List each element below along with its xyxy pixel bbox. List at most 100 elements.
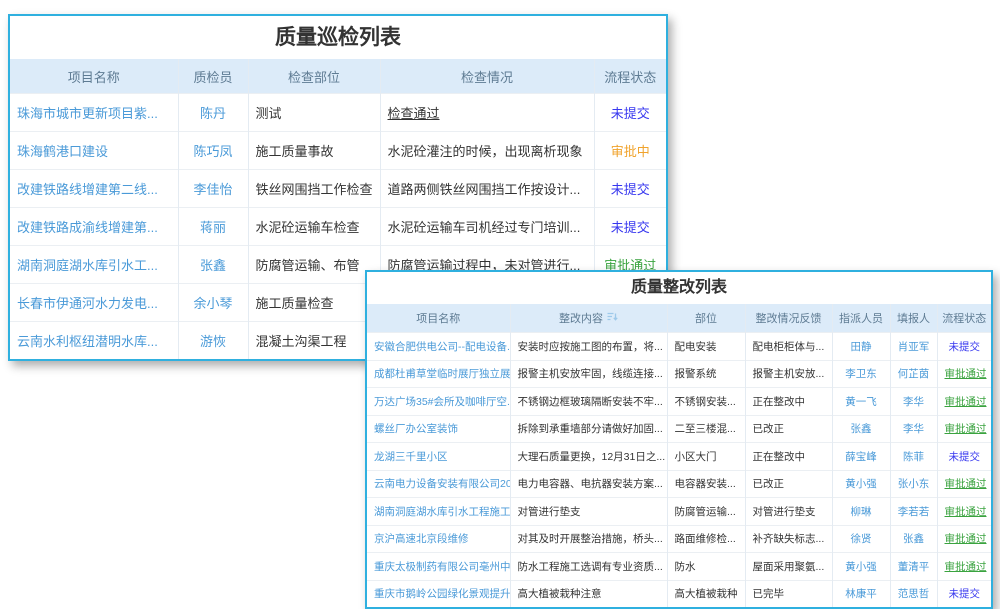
project-name-cell[interactable]: 云南水利枢纽潜明水库... [10, 322, 178, 360]
table-row: 京沪高速北京段维修对其及时开展整治措施，桥头...路面维修检...补齐缺失标志.… [367, 525, 991, 553]
column-header-label: 检查情况 [461, 70, 513, 85]
project-name-cell[interactable]: 京沪高速北京段维修 [367, 525, 510, 553]
column-header-rectification-1[interactable]: 整改内容 [510, 304, 667, 333]
column-header-label: 整改内容 [559, 313, 603, 325]
inspector-cell[interactable]: 陈丹 [178, 94, 248, 132]
project-name-cell[interactable]: 云南电力设备安装有限公司20... [367, 470, 510, 498]
rectification-content-cell: 拆除到承重墙部分请做好加固... [510, 415, 667, 443]
column-header-inspection-0: 项目名称 [10, 59, 178, 94]
column-header-label: 整改情况反馈 [756, 313, 822, 325]
table-row: 珠海市城市更新项目紫...陈丹测试检查通过未提交 [10, 94, 666, 132]
process-status-cell[interactable]: 审批中 [594, 132, 666, 170]
assignee-cell[interactable]: 黄小强 [832, 470, 890, 498]
rectification-content-cell: 大理石质量更换，12月31日之... [510, 443, 667, 471]
assignee-cell[interactable]: 林康平 [832, 580, 890, 607]
reporter-cell[interactable]: 李华 [890, 415, 937, 443]
rectification-content-cell: 不锈钢边框玻璃隔断安装不牢... [510, 388, 667, 416]
project-name-cell[interactable]: 万达广场35#会所及咖啡厅空... [367, 388, 510, 416]
rectification-feedback-cell: 已完毕 [745, 580, 832, 607]
inspector-cell[interactable]: 余小琴 [178, 284, 248, 322]
project-name-cell[interactable]: 湖南洞庭湖水库引水工... [10, 246, 178, 284]
project-name-cell[interactable]: 螺丝厂办公室装饰 [367, 415, 510, 443]
process-status-cell[interactable]: 未提交 [937, 580, 991, 607]
project-name-cell[interactable]: 长春市伊通河水力发电... [10, 284, 178, 322]
part-cell: 二至三楼混... [667, 415, 745, 443]
process-status-cell[interactable]: 未提交 [937, 443, 991, 471]
reporter-cell[interactable]: 张鑫 [890, 525, 937, 553]
reporter-cell[interactable]: 何芷茵 [890, 360, 937, 388]
table-row: 珠海鹤港口建设陈巧凤施工质量事故水泥砼灌注的时候，出现离析现象审批中 [10, 132, 666, 170]
inspector-cell[interactable]: 陈巧凤 [178, 132, 248, 170]
process-status-cell[interactable]: 未提交 [594, 170, 666, 208]
inspection-situation-cell: 道路两侧铁丝网围挡工作按设计... [380, 170, 594, 208]
project-name-cell[interactable]: 重庆市鹅岭公园绿化景观提升... [367, 580, 510, 607]
inspection-header-row: 项目名称 质检员 检查部位 检查情况 流程状态 [10, 59, 666, 94]
reporter-cell[interactable]: 董清平 [890, 553, 937, 581]
reporter-cell[interactable]: 李华 [890, 388, 937, 416]
process-status-cell[interactable]: 审批通过 [937, 415, 991, 443]
part-cell: 小区大门 [667, 443, 745, 471]
inspector-cell[interactable]: 张鑫 [178, 246, 248, 284]
table-row: 安徽合肥供电公司--配电设备...安装时应按施工图的布置，将...配电安装配电柜… [367, 333, 991, 361]
inspector-cell[interactable]: 李佳怡 [178, 170, 248, 208]
project-name-cell[interactable]: 改建铁路成渝线增建第... [10, 208, 178, 246]
assignee-cell[interactable]: 黄一飞 [832, 388, 890, 416]
column-header-inspection-1: 质检员 [178, 59, 248, 94]
table-row: 万达广场35#会所及咖啡厅空...不锈钢边框玻璃隔断安装不牢...不锈钢安装..… [367, 388, 991, 416]
column-header-rectification-3: 整改情况反馈 [745, 304, 832, 333]
column-header-label: 检查部位 [288, 70, 340, 85]
process-status-cell[interactable]: 未提交 [937, 333, 991, 361]
column-header-label: 填报人 [897, 313, 930, 325]
project-name-cell[interactable]: 珠海市城市更新项目紫... [10, 94, 178, 132]
column-header-label: 流程状态 [604, 70, 656, 85]
inspection-part-cell: 水泥砼运输车检查 [248, 208, 380, 246]
inspection-part-cell: 施工质量事故 [248, 132, 380, 170]
assignee-cell[interactable]: 田静 [832, 333, 890, 361]
column-header-label: 项目名称 [68, 70, 120, 85]
part-cell: 路面维修检... [667, 525, 745, 553]
assignee-cell[interactable]: 张鑫 [832, 415, 890, 443]
reporter-cell[interactable]: 陈菲 [890, 443, 937, 471]
process-status-cell[interactable]: 未提交 [594, 208, 666, 246]
inspector-cell[interactable]: 蒋丽 [178, 208, 248, 246]
inspection-situation-cell: 检查通过 [380, 94, 594, 132]
rectification-table-title: 质量整改列表 [367, 272, 991, 304]
column-header-rectification-5: 填报人 [890, 304, 937, 333]
assignee-cell[interactable]: 薛宝峰 [832, 443, 890, 471]
project-name-cell[interactable]: 安徽合肥供电公司--配电设备... [367, 333, 510, 361]
reporter-cell[interactable]: 李若若 [890, 498, 937, 526]
assignee-cell[interactable]: 柳琳 [832, 498, 890, 526]
reporter-cell[interactable]: 范思哲 [890, 580, 937, 607]
project-name-cell[interactable]: 龙湖三千里小区 [367, 443, 510, 471]
column-header-inspection-2: 检查部位 [248, 59, 380, 94]
reporter-cell[interactable]: 肖亚军 [890, 333, 937, 361]
process-status-cell[interactable]: 审批通过 [937, 553, 991, 581]
process-status-cell[interactable]: 审批通过 [937, 498, 991, 526]
assignee-cell[interactable]: 黄小强 [832, 553, 890, 581]
rectification-content-cell: 电力电容器、电抗器安装方案... [510, 470, 667, 498]
part-cell: 电容器安装... [667, 470, 745, 498]
process-status-cell[interactable]: 审批通过 [937, 470, 991, 498]
project-name-cell[interactable]: 珠海鹤港口建设 [10, 132, 178, 170]
inspection-table-title: 质量巡检列表 [10, 16, 666, 59]
rectification-feedback-cell: 补齐缺失标志... [745, 525, 832, 553]
sort-icon[interactable] [606, 311, 618, 323]
reporter-cell[interactable]: 张小东 [890, 470, 937, 498]
assignee-cell[interactable]: 徐贤 [832, 525, 890, 553]
project-name-cell[interactable]: 湖南洞庭湖水库引水工程施工I标 [367, 498, 510, 526]
column-header-rectification-4: 指派人员 [832, 304, 890, 333]
table-row: 成都杜甫草堂临时展厅独立展...报警主机安放牢固，线缆连接...报警系统报警主机… [367, 360, 991, 388]
project-name-cell[interactable]: 成都杜甫草堂临时展厅独立展... [367, 360, 510, 388]
assignee-cell[interactable]: 李卫东 [832, 360, 890, 388]
inspector-cell[interactable]: 游恢 [178, 322, 248, 360]
project-name-cell[interactable]: 改建铁路线增建第二线... [10, 170, 178, 208]
process-status-cell[interactable]: 审批通过 [937, 360, 991, 388]
process-status-cell[interactable]: 未提交 [594, 94, 666, 132]
part-cell: 高大植被栽种 [667, 580, 745, 607]
table-row: 螺丝厂办公室装饰拆除到承重墙部分请做好加固...二至三楼混...已改正张鑫李华审… [367, 415, 991, 443]
rectification-content-cell: 安装时应按施工图的布置，将... [510, 333, 667, 361]
process-status-cell[interactable]: 审批通过 [937, 388, 991, 416]
process-status-cell[interactable]: 审批通过 [937, 525, 991, 553]
project-name-cell[interactable]: 重庆太极制药有限公司亳州中... [367, 553, 510, 581]
part-cell: 配电安装 [667, 333, 745, 361]
